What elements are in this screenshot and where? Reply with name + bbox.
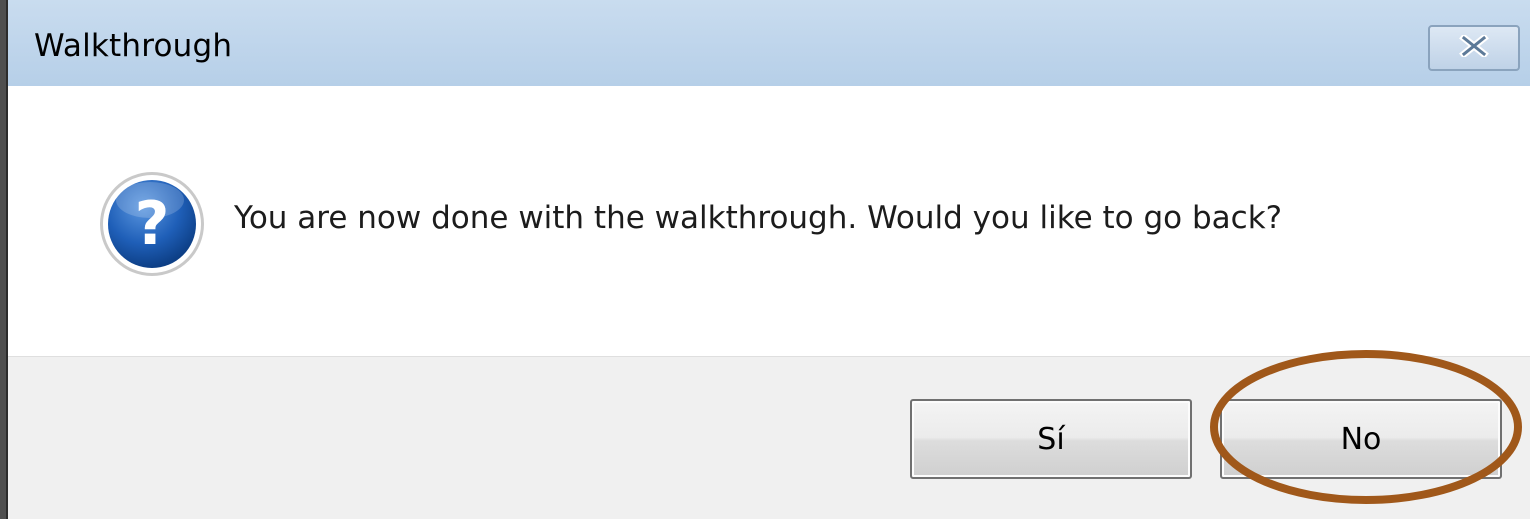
yes-button[interactable]: Sí bbox=[910, 399, 1192, 479]
message-text: You are now done with the walkthrough. W… bbox=[234, 200, 1283, 236]
close-icon bbox=[1459, 33, 1489, 61]
window-title: Walkthrough bbox=[34, 28, 233, 64]
button-bar: Sí No bbox=[8, 356, 1530, 519]
svg-text:?: ? bbox=[135, 189, 170, 259]
question-icon: ? bbox=[98, 170, 206, 278]
dialog-window: Walkthrough ? You are now done with the … bbox=[6, 0, 1530, 519]
no-button[interactable]: No bbox=[1220, 399, 1502, 479]
title-bar[interactable]: Walkthrough bbox=[8, 0, 1530, 86]
dialog-body: ? You are now done with the walkthrough.… bbox=[8, 86, 1530, 519]
message-area: ? You are now done with the walkthrough.… bbox=[8, 86, 1530, 356]
close-button[interactable] bbox=[1428, 25, 1520, 71]
